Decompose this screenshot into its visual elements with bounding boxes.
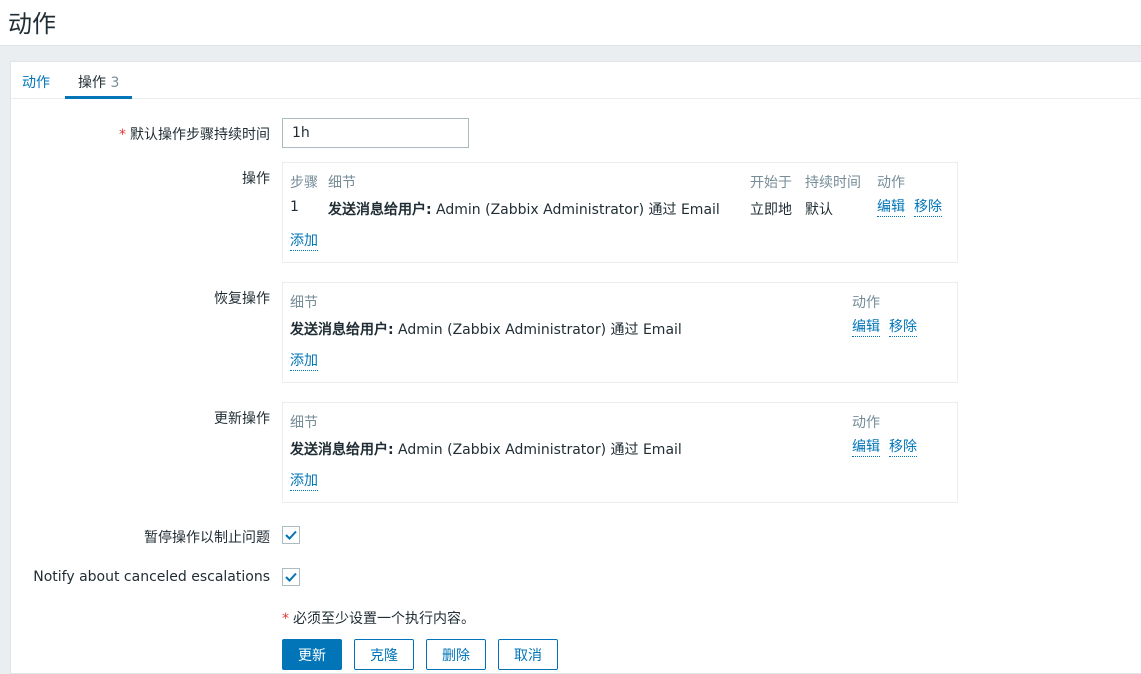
operation-step: 1 xyxy=(290,199,299,215)
update-add-link[interactable]: 添加 xyxy=(290,473,318,491)
required-mark: * xyxy=(119,127,126,143)
step-duration-label: * 默认操作步骤持续时间 xyxy=(119,127,270,143)
tab-actions[interactable]: 动作 xyxy=(22,72,50,92)
col-action: 动作 xyxy=(877,175,905,191)
update-remove-link[interactable]: 移除 xyxy=(889,439,917,457)
required-note: * 必须至少设置一个执行内容。 xyxy=(282,611,475,627)
recovery-remove-link[interactable]: 移除 xyxy=(889,319,917,337)
update-operation-detail: 发送消息给用户: Admin (Zabbix Administrator) 通过… xyxy=(290,442,682,458)
checkmark-icon xyxy=(285,530,297,540)
col-action: 动作 xyxy=(852,415,880,431)
operation-edit-link[interactable]: 编辑 xyxy=(877,199,905,217)
page-header: 动作 xyxy=(0,0,1141,46)
recovery-operations-label: 恢复操作 xyxy=(214,291,270,307)
operation-detail: 发送消息给用户: Admin (Zabbix Administrator) 通过… xyxy=(328,202,720,218)
tab-operations-count: 3 xyxy=(110,75,120,91)
col-start-in: 开始于 xyxy=(750,175,792,191)
page-title: 动作 xyxy=(8,10,56,38)
notify-canceled-label: Notify about canceled escalations xyxy=(33,569,270,585)
update-operations-table: 细节 动作 发送消息给用户: Admin (Zabbix Administrat… xyxy=(282,402,958,503)
tab-operations-label: 操作 xyxy=(78,75,106,91)
col-detail: 细节 xyxy=(290,295,318,311)
update-button[interactable]: 更新 xyxy=(282,639,342,670)
col-action: 动作 xyxy=(852,295,880,311)
operation-remove-link[interactable]: 移除 xyxy=(914,199,942,217)
recovery-edit-link[interactable]: 编辑 xyxy=(852,319,880,337)
clone-button[interactable]: 克隆 xyxy=(354,639,414,670)
tab-operations[interactable]: 操作 3 xyxy=(65,62,133,99)
operation-add-link[interactable]: 添加 xyxy=(290,233,318,251)
update-operations-label: 更新操作 xyxy=(214,411,270,427)
col-detail: 细节 xyxy=(328,175,356,191)
operations-label: 操作 xyxy=(242,171,270,187)
operation-duration: 默认 xyxy=(805,202,833,218)
update-edit-link[interactable]: 编辑 xyxy=(852,439,880,457)
delete-button[interactable]: 删除 xyxy=(426,639,486,670)
tab-bar: 动作 操作 3 xyxy=(11,62,1141,99)
notify-canceled-checkbox[interactable] xyxy=(282,568,300,586)
cancel-button[interactable]: 取消 xyxy=(498,639,558,670)
action-form-card: 动作 操作 3 *默认操作步骤持续时间 操作 步骤 细节 开始于 持续时间 动作… xyxy=(10,61,1141,674)
checkmark-icon xyxy=(285,572,297,582)
recovery-add-link[interactable]: 添加 xyxy=(290,353,318,371)
col-duration: 持续时间 xyxy=(805,175,861,191)
operation-start-in: 立即地 xyxy=(750,202,792,218)
col-detail: 细节 xyxy=(290,415,318,431)
recovery-operation-detail: 发送消息给用户: Admin (Zabbix Administrator) 通过… xyxy=(290,322,682,338)
operations-table: 步骤 细节 开始于 持续时间 动作 1 发送消息给用户: Admin (Zabb… xyxy=(282,162,958,263)
col-step: 步骤 xyxy=(290,175,318,191)
pause-operations-label: 暂停操作以制止问题 xyxy=(144,530,270,546)
recovery-operations-table: 细节 动作 发送消息给用户: Admin (Zabbix Administrat… xyxy=(282,282,958,383)
step-duration-input[interactable] xyxy=(282,118,469,148)
pause-operations-checkbox[interactable] xyxy=(282,526,300,544)
